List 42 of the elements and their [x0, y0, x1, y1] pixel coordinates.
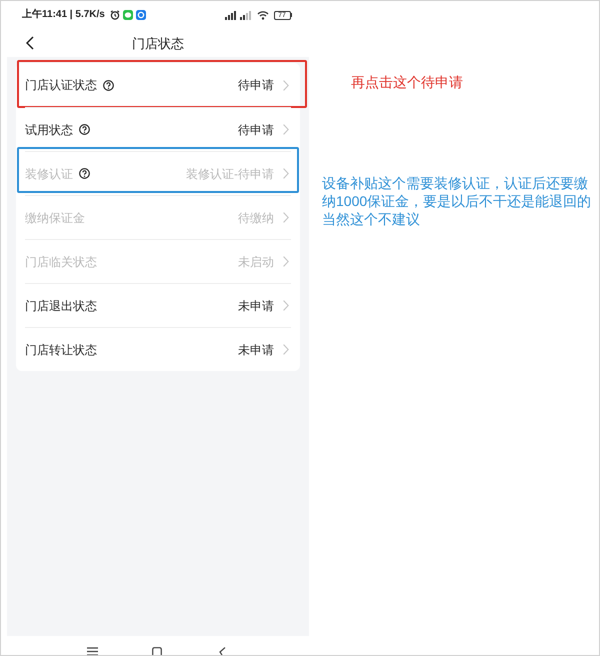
app-icon	[136, 10, 146, 20]
signal-icon	[240, 10, 252, 20]
wifi-icon	[256, 10, 268, 20]
menu-icon	[87, 647, 98, 655]
chevron-right-icon	[283, 80, 289, 90]
back-button[interactable]	[24, 35, 36, 51]
chevron-right-icon	[283, 168, 289, 179]
status-row[interactable]: 门店认证状态 待申请	[25, 63, 291, 107]
annotation-note: 设备补贴这个需要装修认证，认证后还要缴纳1000保证金，要是以后不干还是能退回的当然这个不建议	[322, 174, 592, 228]
row-label: 缴纳保证金	[25, 212, 85, 224]
row-label: 门店临关状态	[25, 256, 97, 268]
back-icon	[26, 36, 34, 50]
row-label: 试用状态	[25, 124, 73, 136]
chevron-right-icon	[283, 124, 289, 135]
row-status: 待申请	[238, 124, 274, 136]
row-status: 待缴纳	[238, 212, 274, 224]
row-status: 装修认证-待申请	[186, 168, 274, 180]
status-row[interactable]: 试用状态 待申请	[25, 107, 291, 151]
chat-app-icon	[122, 10, 133, 20]
chevron-right-icon	[283, 344, 289, 355]
status-row[interactable]: 门店转让状态 未申请	[25, 327, 291, 371]
status-time: 上午11:41 | 5.7K/s	[22, 10, 105, 20]
row-status: 未启动	[238, 256, 274, 268]
alarm-clock-icon	[110, 10, 120, 20]
row-status: 未申请	[238, 300, 274, 312]
chevron-right-icon	[283, 300, 289, 311]
back-icon	[219, 647, 226, 655]
annotation-note: 再点击这个待申请	[351, 74, 463, 90]
menu-nav-button[interactable]	[87, 647, 98, 655]
chevron-right-icon	[283, 256, 289, 267]
row-label: 门店转让状态	[25, 344, 97, 356]
back-nav-button[interactable]	[219, 647, 226, 655]
row-label: 门店认证状态	[25, 79, 97, 91]
chevron-right-icon	[283, 212, 289, 223]
row-label: 门店退出状态	[25, 300, 97, 312]
row-label: 装修认证	[25, 168, 73, 180]
row-status: 未申请	[238, 344, 274, 356]
page-title: 门店状态	[132, 36, 184, 50]
signal-icon	[224, 10, 236, 20]
row-status: 待申请	[238, 79, 274, 91]
home-nav-button[interactable]	[152, 647, 162, 655]
status-row[interactable]: 门店退出状态 未申请	[25, 283, 291, 327]
